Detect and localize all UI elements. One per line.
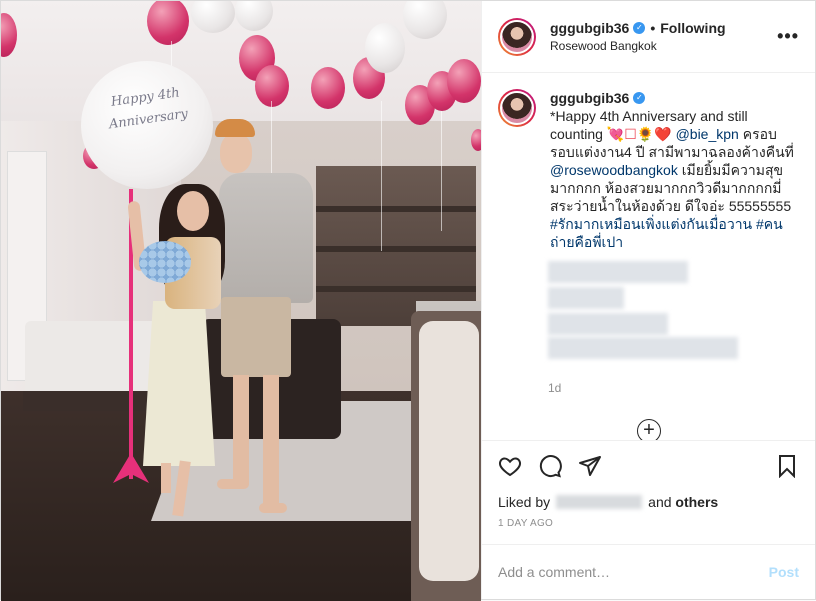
blurred-content <box>548 261 688 283</box>
verified-badge-icon: ✓ <box>633 22 646 34</box>
comments-area: gggubgib36 ✓ *Happy 4th Anniversary and … <box>482 73 815 440</box>
blurred-content <box>548 337 738 359</box>
mention-link[interactable]: @rosewoodbangkok <box>550 162 678 178</box>
blurred-username[interactable] <box>556 495 643 509</box>
woman-face <box>177 191 209 231</box>
separator: • <box>650 20 656 36</box>
verified-badge-icon: ✓ <box>633 92 646 104</box>
caption: gggubgib36 ✓ *Happy 4th Anniversary and … <box>498 89 799 251</box>
anniversary-balloon: Happy 4th Anniversary <box>81 61 213 189</box>
share-icon[interactable] <box>578 454 602 478</box>
caption-username[interactable]: gggubgib36 <box>550 89 629 107</box>
liked-by-label: Liked by <box>498 494 551 510</box>
caption-time: 1d <box>548 381 562 395</box>
username-link[interactable]: gggubgib36 <box>550 20 629 36</box>
post-date[interactable]: 1 DAY AGO <box>482 514 815 544</box>
hashtag-link[interactable]: #รักมากเหมือนเพิ่งแต่งกันเมื่อวาน #คนถ่า… <box>550 216 783 250</box>
photo-sofa-base <box>23 391 153 411</box>
blurred-content <box>548 313 668 335</box>
blurred-content <box>548 287 624 309</box>
post-side-panel: gggubgib36 ✓ • Following Rosewood Bangko… <box>481 1 815 599</box>
action-bar <box>482 440 815 490</box>
bookmark-icon[interactable] <box>775 454 799 478</box>
man-shorts <box>221 297 291 377</box>
balloon <box>471 129 481 151</box>
location-link[interactable]: Rosewood Bangkok <box>550 39 777 53</box>
post-photo[interactable]: Happy 4th Anniversary <box>1 1 481 601</box>
comment-input[interactable] <box>498 564 769 580</box>
balloon-text: Happy 4th Anniversary <box>108 85 189 133</box>
balloon <box>311 67 345 109</box>
post-header: gggubgib36 ✓ • Following Rosewood Bangko… <box>482 1 815 73</box>
avatar[interactable] <box>498 17 536 56</box>
balloon <box>255 65 289 107</box>
likes-others-link[interactable]: others <box>675 494 718 510</box>
heart-icon[interactable] <box>498 454 522 478</box>
likes-and-label: and <box>648 494 672 510</box>
mention-link[interactable]: @bie_kpn <box>676 126 739 142</box>
photo-sofa <box>25 321 165 401</box>
man-shirt <box>219 173 313 303</box>
balloon <box>447 59 481 103</box>
more-options-icon[interactable]: ••• <box>777 26 799 47</box>
photo-chair <box>411 311 481 601</box>
following-button[interactable]: Following <box>660 20 725 36</box>
post-comment-button[interactable]: Post <box>769 564 799 580</box>
man-face <box>220 133 252 173</box>
load-more-comments-icon[interactable]: + <box>637 419 661 440</box>
woman-skirt <box>143 301 215 466</box>
comment-icon[interactable] <box>538 454 562 478</box>
likes-line: Liked by and others <box>482 490 815 514</box>
instagram-post: Happy 4th Anniversary gggubgib36 ✓ • Fol… <box>0 0 816 601</box>
add-comment-bar: Post <box>482 544 815 599</box>
caption-emojis: 💘☐🌻❤️ <box>606 126 672 142</box>
avatar[interactable] <box>498 89 536 127</box>
balloon <box>365 23 405 73</box>
man-cap <box>215 119 255 137</box>
flower-bouquet <box>139 241 191 283</box>
